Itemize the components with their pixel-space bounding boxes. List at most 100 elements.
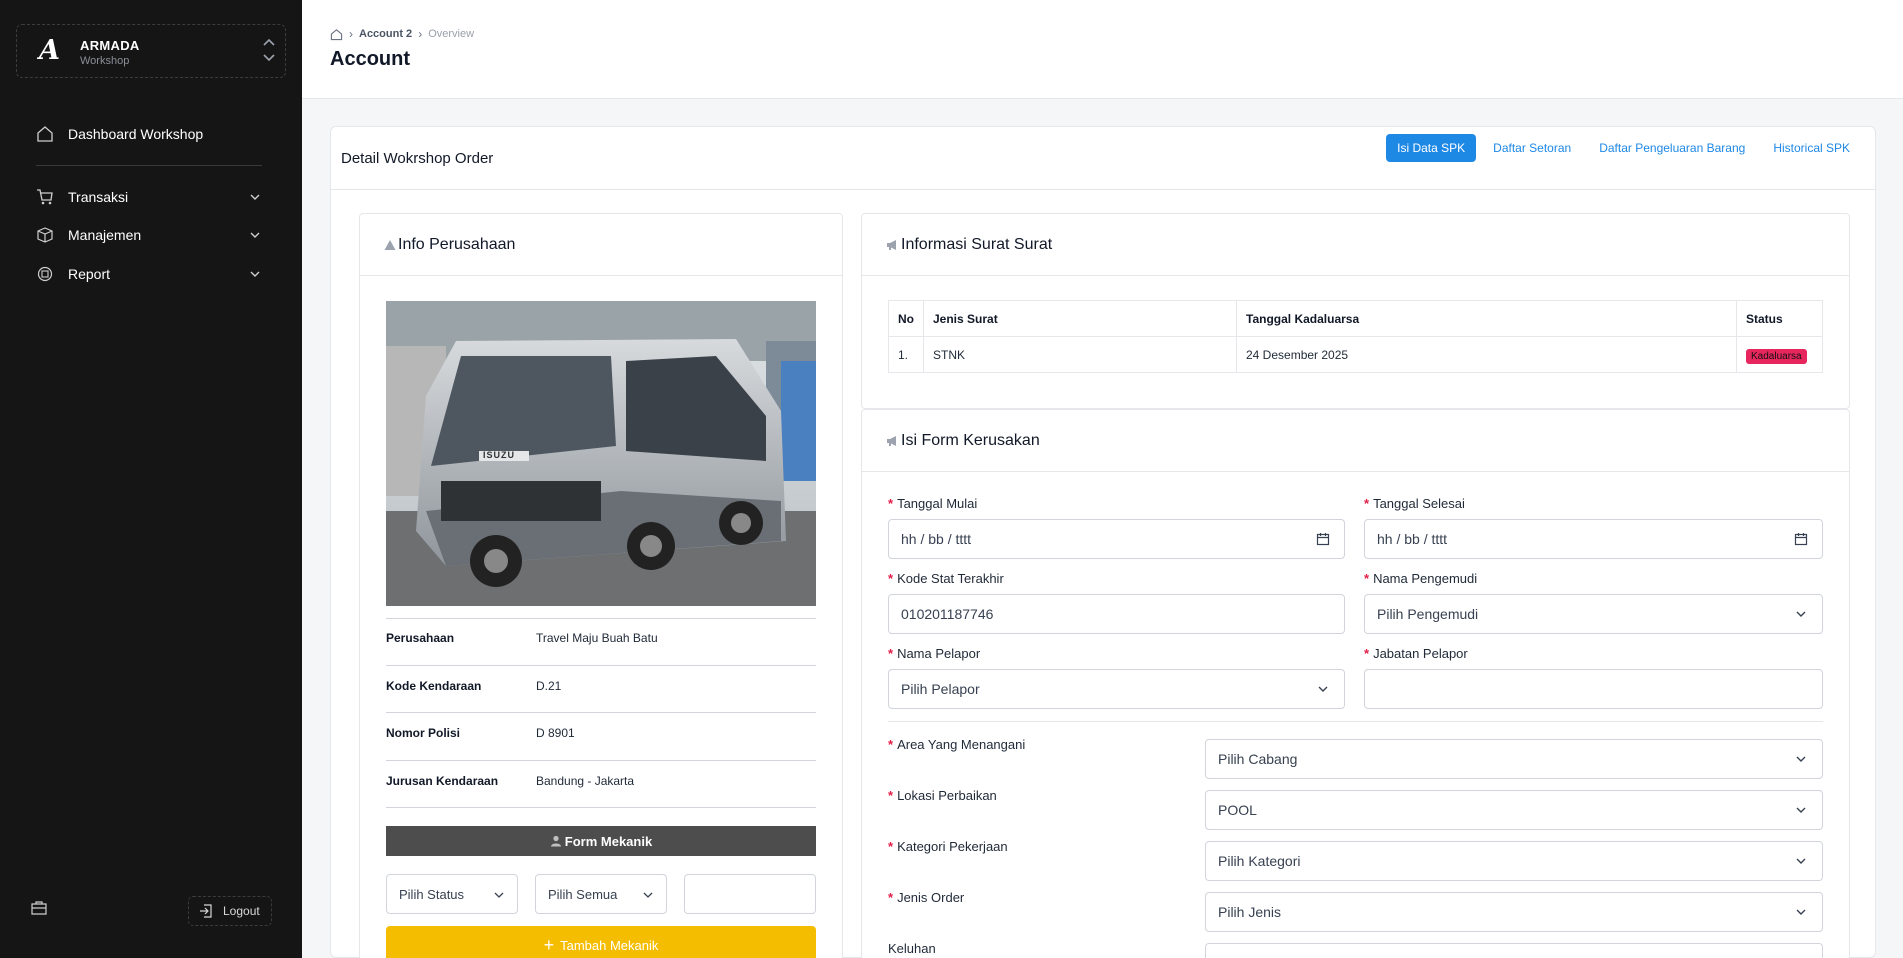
page-header: › Account 2 › Overview Account [302,0,1903,99]
tab-historical-spk[interactable]: Historical SPK [1762,134,1861,162]
lokasi-select[interactable]: POOL [1205,790,1823,830]
required-mark: * [1364,571,1370,586]
panel-title: Isi Form Kerusakan [886,432,1040,450]
breadcrumb-separator: › [418,27,423,41]
calendar-icon[interactable] [1316,532,1330,546]
keluhan-input[interactable] [1205,943,1823,958]
column-header: Jenis Surat [923,300,1237,337]
logout-button[interactable]: Logout [188,896,272,926]
tab-isi-data-spk[interactable]: Isi Data SPK [1386,134,1477,162]
mekanik-search-input[interactable] [684,874,816,914]
panel-title-text: Isi Form Kerusakan [901,432,1040,449]
column-header: Status [1736,300,1823,337]
brand-logo: A [39,35,60,66]
required-mark: * [888,571,894,586]
workshop-order-card: Detail Wokrshop Order Isi Data SPK Dafta… [330,126,1876,958]
panel-header: Isi Form Kerusakan [862,410,1849,472]
info-divider [386,618,816,619]
sidebar-item-label: Report [68,266,111,282]
tanggal-selesai-label: * Tanggal Selesai [1364,496,1465,511]
label-text: Tanggal Mulai [897,496,978,511]
home-icon[interactable] [330,28,343,41]
panel-title-text: Info Perusahaan [398,236,516,253]
status-select-value: Pilih Status [399,886,465,902]
select-value: Pilih Pengemudi [1377,606,1479,622]
jabatan-pelapor-label: * Jabatan Pelapor [1364,646,1468,661]
form-mekanik-label: Form Mekanik [564,833,653,849]
jabatan-pelapor-input[interactable] [1364,669,1823,709]
required-mark: * [888,839,894,854]
tanggal-mulai-input[interactable]: hh / bb / tttt [888,519,1345,559]
chevron-up-down-icon[interactable] [261,33,277,67]
page-title: Account [330,48,410,70]
sidebar-item-label: Manajemen [68,227,142,243]
form-divider [888,721,1823,722]
chevron-down-icon [1796,858,1806,864]
keluhan-label: Keluhan [888,941,936,956]
lokasi-label: * Lokasi Perbaikan [888,788,997,803]
cell-status: Kadaluarsa [1736,336,1823,373]
tab-daftar-pengeluaran-barang[interactable]: Daftar Pengeluaran Barang [1588,134,1756,162]
nama-pengemudi-label: * Nama Pengemudi [1364,571,1477,586]
info-divider [386,760,816,761]
label-text: Jabatan Pelapor [1373,646,1468,661]
tanggal-selesai-input[interactable]: hh / bb / tttt [1364,519,1823,559]
required-mark: * [1364,646,1370,661]
info-label-jurusan: Jurusan Kendaraan [386,774,499,788]
status-badge: Kadaluarsa [1746,348,1807,364]
megaphone-icon [887,240,896,250]
label-text: Jenis Order [897,890,965,905]
chevron-down-icon [1796,611,1806,617]
column-header: No [888,300,924,337]
info-value-kode-kendaraan: D.21 [536,679,562,693]
required-mark: * [888,496,894,511]
home-icon [36,125,54,143]
tambah-mekanik-button[interactable]: + Tambah Mekanik [386,926,816,958]
brand-switcher[interactable]: A ARMADA Workshop [16,24,286,78]
label-text: Lokasi Perbaikan [897,788,997,803]
calendar-icon[interactable] [1794,532,1808,546]
info-label-kode-kendaraan: Kode Kendaraan [386,679,482,693]
kategori-select[interactable]: Pilih Kategori [1205,841,1823,881]
chevron-down-icon [1796,909,1806,915]
sidebar-item-report[interactable]: Report [36,263,262,285]
cart-icon [36,188,54,206]
brand-name: ARMADA [80,38,140,53]
plus-icon: + [543,934,555,955]
info-value-perusahaan: Travel Maju Buah Batu [536,631,658,645]
panel-title: Info Perusahaan [384,236,515,254]
cell-no: 1. [888,336,924,373]
status-select[interactable]: Pilih Status [386,874,518,914]
sidebar-item-transaksi[interactable]: Transaksi [36,186,262,208]
megaphone-icon [887,436,896,446]
jenis-order-select[interactable]: Pilih Jenis [1205,892,1823,932]
sidebar-item-manajemen[interactable]: Manajemen [36,224,262,246]
semua-select[interactable]: Pilih Semua [535,874,667,914]
nama-pengemudi-select[interactable]: Pilih Pengemudi [1364,594,1823,634]
kategori-label: * Kategori Pekerjaan [888,839,1008,854]
form-mekanik-header: Form Mekanik [386,826,816,856]
jenis-order-label: * Jenis Order [888,890,964,905]
breadcrumb-item[interactable]: Account 2 [359,28,412,40]
date-placeholder: hh / bb / tttt [901,531,972,547]
toolbox-icon[interactable] [30,899,48,917]
logout-icon [200,904,212,918]
required-mark: * [888,737,894,752]
tab-daftar-setoran[interactable]: Daftar Setoran [1482,134,1582,162]
chevron-down-icon [494,892,504,898]
info-divider [386,665,816,666]
kode-stat-input[interactable]: 010201187746 [888,594,1345,634]
info-divider [386,807,816,808]
select-value: Pilih Jenis [1218,904,1282,920]
info-label-nomor-polisi: Nomor Polisi [386,726,461,740]
area-select[interactable]: Pilih Cabang [1205,739,1823,779]
nama-pelapor-select[interactable]: Pilih Pelapor [888,669,1345,709]
sidebar-item-dashboard[interactable]: Dashboard Workshop [36,123,262,145]
chevron-down-icon [250,271,260,277]
select-value: Pilih Cabang [1218,751,1298,767]
column-header: Tanggal Kadaluarsa [1236,300,1737,337]
breadcrumb-item: Overview [428,28,475,40]
chevron-down-icon [1796,756,1806,762]
tab-bar: Isi Data SPK Daftar Setoran Daftar Penge… [1386,134,1861,162]
panel-title: Informasi Surat Surat [886,236,1052,254]
